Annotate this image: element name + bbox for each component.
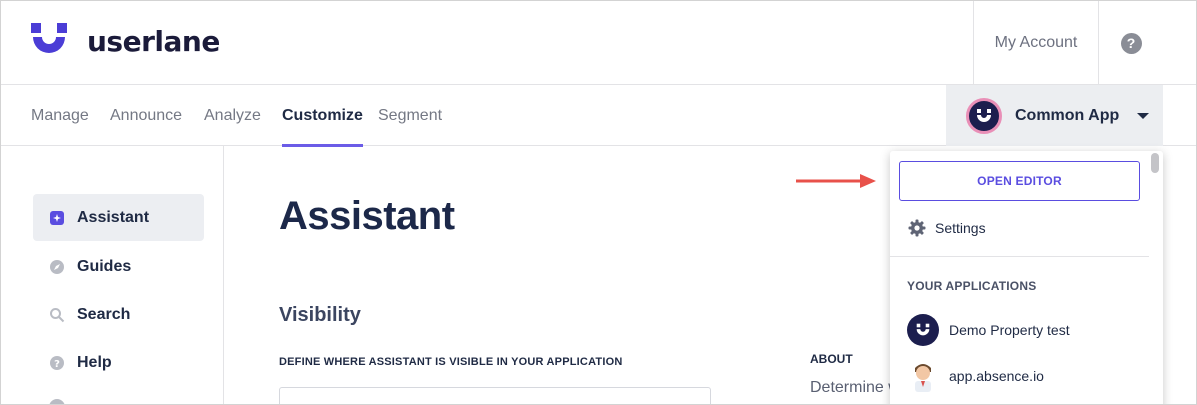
gear-icon <box>908 219 926 237</box>
divider <box>890 256 1149 257</box>
top-header: userlane My Account ? <box>1 1 1196 85</box>
svg-text:?: ? <box>54 359 60 370</box>
app-switcher-label: Common App <box>1015 106 1120 124</box>
settings-menu-item[interactable]: Settings <box>890 209 1149 247</box>
about-text: Determine w <box>810 379 900 396</box>
dropdown-scrollbar[interactable] <box>1151 153 1159 173</box>
about-label: ABOUT <box>810 352 853 366</box>
annotation-arrow-icon <box>796 174 876 188</box>
settings-label: Settings <box>935 220 986 236</box>
userlane-app-icon <box>907 314 939 346</box>
tab-customize[interactable]: Customize <box>282 85 363 147</box>
sidebar-item-guides[interactable]: Guides <box>33 243 204 290</box>
app-list-item-demo-property-test[interactable]: Demo Property test <box>890 308 1149 352</box>
visibility-input[interactable] <box>279 387 711 404</box>
app-list-item-label: app.absence.io <box>949 368 1044 384</box>
sidebar-item-label: Guides <box>77 257 132 275</box>
tab-announce[interactable]: Announce <box>110 85 182 146</box>
sidebar-next-icon <box>49 399 65 404</box>
sidebar: Assistant Guides Search ? Help <box>1 146 224 404</box>
assistant-icon <box>49 210 65 226</box>
your-applications-header: YOUR APPLICATIONS <box>907 279 1037 293</box>
compass-icon <box>49 259 65 275</box>
search-icon <box>49 307 65 323</box>
main-nav: Manage Announce Analyze Customize Segmen… <box>1 85 1196 147</box>
visibility-field-label: DEFINE WHERE ASSISTANT IS VISIBLE IN YOU… <box>279 356 623 368</box>
common-app-icon <box>966 97 1002 134</box>
smiley-icon <box>977 108 991 122</box>
page-title: Assistant <box>279 194 455 238</box>
sidebar-item-label: Assistant <box>77 208 150 226</box>
open-editor-button[interactable]: OPEN EDITOR <box>899 161 1140 201</box>
app-switcher[interactable]: Common App <box>946 85 1163 146</box>
help-icon: ? <box>49 355 65 371</box>
sidebar-item-label: Search <box>77 305 131 323</box>
sidebar-item-label: Help <box>77 353 112 371</box>
help-icon: ? <box>1120 32 1142 54</box>
app-list-item-label: Demo Property test <box>949 322 1070 338</box>
sidebar-item-help[interactable]: ? Help <box>33 339 204 386</box>
person-avatar-icon <box>907 360 939 392</box>
my-account-link[interactable]: My Account <box>973 1 1099 85</box>
logo-wordmark: userlane <box>87 24 220 58</box>
tab-manage[interactable]: Manage <box>31 85 89 146</box>
chevron-down-icon <box>1137 112 1150 119</box>
help-button[interactable]: ? <box>1099 1 1163 85</box>
tab-segment[interactable]: Segment <box>378 85 442 146</box>
app-dropdown-menu: OPEN EDITOR Settings YOUR APPLICATIONS D… <box>890 151 1163 404</box>
section-title: Visibility <box>279 304 361 326</box>
app-window: userlane My Account ? Manage Announce An… <box>0 0 1197 405</box>
tab-analyze[interactable]: Analyze <box>204 85 261 146</box>
sidebar-item-search[interactable]: Search <box>33 291 204 338</box>
app-list-item-absence[interactable]: app.absence.io <box>890 354 1149 398</box>
userlane-logo-icon <box>31 23 67 53</box>
userlane-logo[interactable]: userlane <box>31 23 220 59</box>
sidebar-item-assistant[interactable]: Assistant <box>33 194 204 241</box>
